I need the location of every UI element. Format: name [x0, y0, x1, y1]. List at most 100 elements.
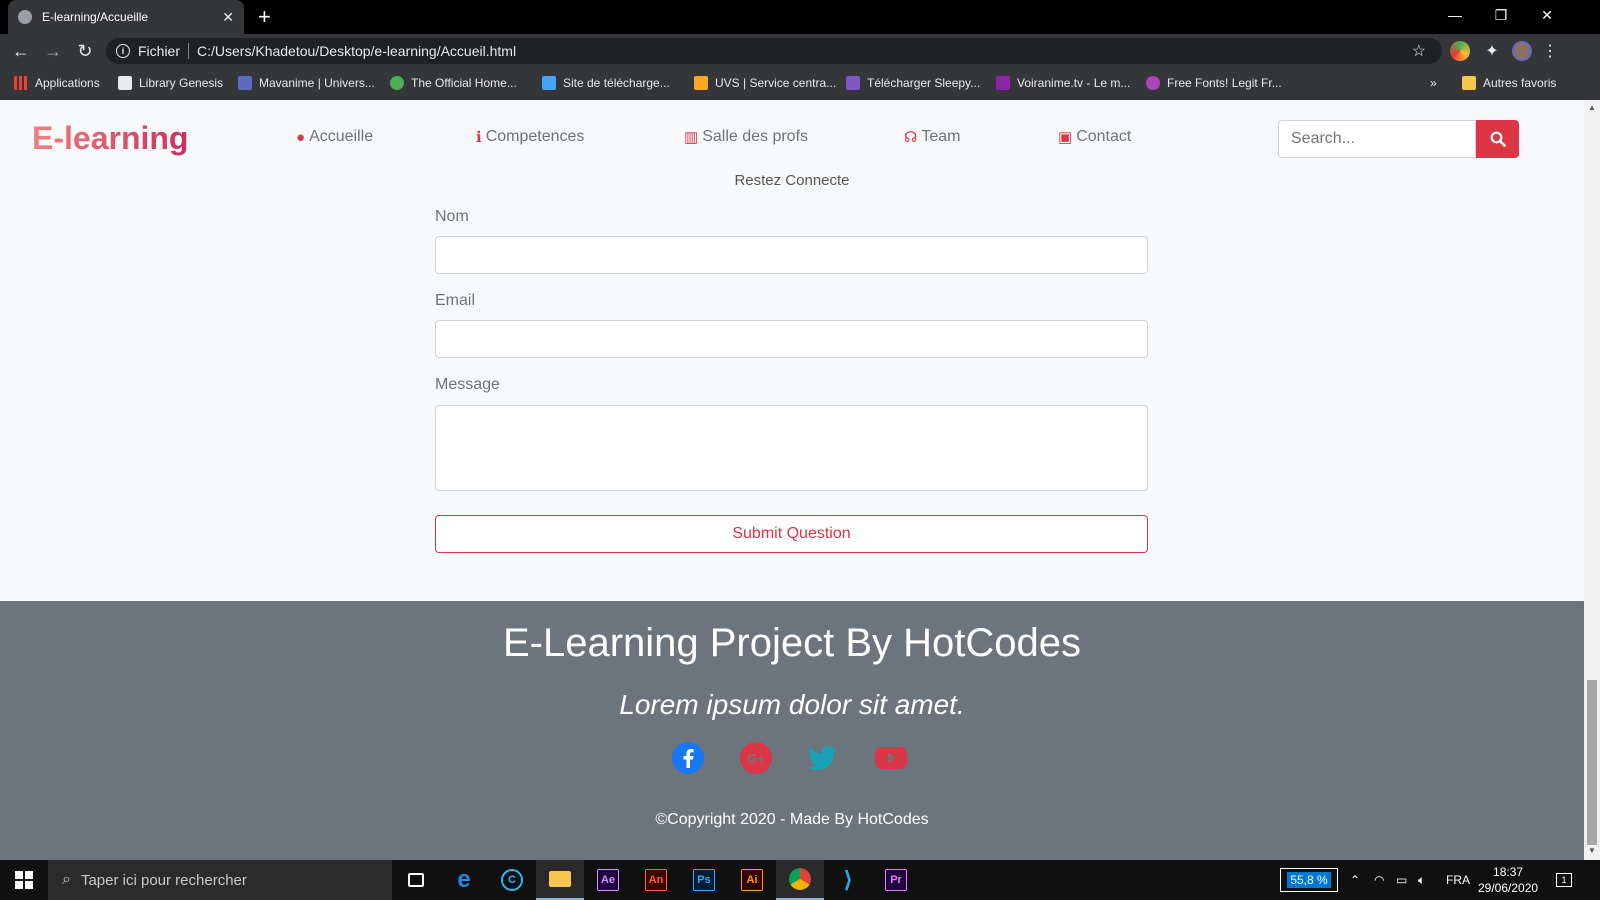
facebook-icon[interactable]: [671, 741, 705, 775]
bookmark-item[interactable]: Free Fonts! Legit Fr...: [1146, 76, 1282, 90]
premiere-icon[interactable]: Pr: [872, 860, 920, 900]
bookmark-item[interactable]: Voiranime.tv - Le m...: [996, 76, 1130, 90]
scroll-up-arrow-icon[interactable]: ▲: [1588, 103, 1596, 112]
nav-link-competences[interactable]: ℹ Competences: [476, 128, 584, 146]
book-icon: [118, 76, 132, 90]
nav-link-salle-des-profs[interactable]: ▥ Salle des profs: [684, 128, 808, 146]
taskbar-search-box[interactable]: ⌕ Taper ici pour rechercher: [48, 860, 392, 900]
leaf-icon: [390, 76, 404, 90]
language-indicator[interactable]: FRA: [1446, 860, 1470, 900]
chrome-icon[interactable]: [776, 860, 824, 900]
photoshop-icon[interactable]: Ps: [680, 860, 728, 900]
bookmark-label: Library Genesis: [139, 76, 224, 90]
bookmark-label: The Official Home...: [411, 76, 517, 90]
show-hidden-icons[interactable]: ⌃: [1350, 860, 1360, 900]
nav-label: Contact: [1076, 128, 1132, 145]
zoom-value: 55,8 %: [1287, 872, 1331, 888]
reload-icon[interactable]: ↻: [74, 40, 96, 62]
bookmark-item[interactable]: UVS | Service centra...: [694, 76, 836, 90]
page-scrollbar[interactable]: ▲ ▼: [1584, 100, 1600, 860]
ccleaner-icon[interactable]: C: [488, 860, 536, 900]
bookmark-item[interactable]: Mavanime | Univers...: [238, 76, 375, 90]
profile-avatar[interactable]: [1512, 41, 1532, 61]
scrollbar-thumb[interactable]: [1587, 680, 1597, 845]
address-bar[interactable]: i Fichier C:/Users/Khadetou/Desktop/e-le…: [106, 38, 1442, 64]
site-navbar: E-learning ● Accueille ℹ Competences ▥ S…: [0, 100, 1584, 176]
bookmark-item[interactable]: The Official Home...: [390, 76, 517, 90]
restore-button[interactable]: ❐: [1478, 0, 1524, 30]
scroll-down-arrow-icon[interactable]: ▼: [1588, 846, 1596, 855]
clock[interactable]: 18:37 29/06/2020: [1478, 860, 1538, 900]
email-field[interactable]: [435, 320, 1148, 358]
anime-icon: [238, 76, 252, 90]
site-brand[interactable]: E-learning: [32, 120, 188, 157]
omnibox-divider: [188, 43, 190, 59]
after-effects-icon[interactable]: Ae: [584, 860, 632, 900]
bookmark-item[interactable]: Library Genesis: [118, 76, 223, 90]
bookmark-item[interactable]: Applications: [14, 76, 100, 90]
nav-label: Team: [921, 128, 961, 145]
browser-menu-icon[interactable]: ⋮: [1540, 41, 1560, 61]
browser-toolbar: ← → ↻ i Fichier C:/Users/Khadetou/Deskto…: [0, 34, 1600, 68]
browser-title-bar: E-learning/Accueille ✕ + — ❐ ✕: [0, 0, 1600, 34]
submit-question-button[interactable]: Submit Question: [435, 515, 1148, 553]
google-plus-icon[interactable]: G+: [739, 741, 773, 775]
bookmark-item[interactable]: Télécharger Sleepy...: [846, 76, 980, 90]
contact-subtitle: Restez Connecte: [734, 172, 850, 189]
nav-link-team[interactable]: ☊ Team: [904, 128, 960, 146]
nav-link-contact[interactable]: ▣ Contact: [1058, 128, 1131, 146]
tab-close-icon[interactable]: ✕: [222, 9, 234, 26]
site-search-input[interactable]: [1278, 120, 1476, 158]
new-tab-button[interactable]: +: [258, 4, 271, 30]
nav-label: Accueille: [309, 128, 374, 145]
bookmark-item[interactable]: Site de télécharge...: [542, 76, 670, 90]
site-search-button[interactable]: [1476, 120, 1519, 158]
bookmark-label: Free Fonts! Legit Fr...: [1167, 76, 1282, 90]
wifi-icon[interactable]: ◠: [1374, 860, 1384, 900]
other-bookmarks-folder[interactable]: Autres favoris: [1462, 76, 1556, 90]
file-explorer-icon[interactable]: [536, 860, 584, 900]
bookmark-label: Voiranime.tv - Le m...: [1017, 76, 1131, 90]
minimize-button[interactable]: —: [1432, 0, 1478, 30]
browser-tab[interactable]: E-learning/Accueille ✕: [8, 0, 244, 34]
moon-icon: [846, 76, 860, 90]
clock-date: 29/06/2020: [1478, 881, 1539, 895]
message-textarea[interactable]: [435, 405, 1148, 491]
tab-title: E-learning/Accueille: [42, 10, 149, 24]
site-info-icon[interactable]: i: [116, 44, 130, 58]
bookmarks-overflow-button[interactable]: »: [1430, 76, 1437, 90]
message-label: Message: [435, 376, 500, 393]
svg-text:G+: G+: [747, 751, 765, 766]
twitter-icon[interactable]: [806, 741, 840, 775]
zoom-indicator[interactable]: 55,8 %: [1280, 868, 1338, 892]
back-arrow-icon[interactable]: ←: [10, 40, 32, 62]
volume-icon[interactable]: 🔈︎: [1418, 860, 1425, 900]
close-window-button[interactable]: ✕: [1524, 0, 1570, 30]
forward-arrow-icon[interactable]: →: [42, 40, 64, 62]
notification-count: 1: [1556, 873, 1572, 887]
bookmark-star-icon[interactable]: ☆: [1412, 41, 1426, 61]
edge-icon[interactable]: e: [440, 860, 488, 900]
chalkboard-teacher-icon: ▥: [684, 129, 699, 146]
uvs-icon: [694, 76, 708, 90]
bookmark-label: Mavanime | Univers...: [259, 76, 375, 90]
youtube-icon[interactable]: [874, 741, 908, 775]
name-field[interactable]: [435, 236, 1148, 274]
task-view-icon[interactable]: [392, 860, 440, 900]
name-label: Nom: [435, 208, 469, 225]
taskbar-search-icon: ⌕: [62, 871, 71, 888]
notification-center-icon[interactable]: 1: [1556, 860, 1572, 900]
start-button[interactable]: [0, 860, 48, 900]
extension-icon[interactable]: [1450, 41, 1470, 61]
nav-label: Competences: [485, 128, 585, 145]
extensions-puzzle-icon[interactable]: ✦: [1482, 41, 1502, 61]
illustrator-icon[interactable]: Ai: [728, 860, 776, 900]
tab-favicon-icon: [18, 10, 32, 24]
url-text: C:/Users/Khadetou/Desktop/e-learning/Acc…: [197, 43, 517, 59]
bookmarks-bar: Applications Library Genesis Mavanime | …: [0, 68, 1600, 100]
bookmark-label: Applications: [35, 76, 100, 90]
battery-icon[interactable]: ▭: [1396, 860, 1407, 900]
animate-icon[interactable]: An: [632, 860, 680, 900]
vscode-icon[interactable]: ⟩: [824, 860, 872, 900]
nav-link-accueille[interactable]: ● Accueille: [296, 128, 373, 146]
